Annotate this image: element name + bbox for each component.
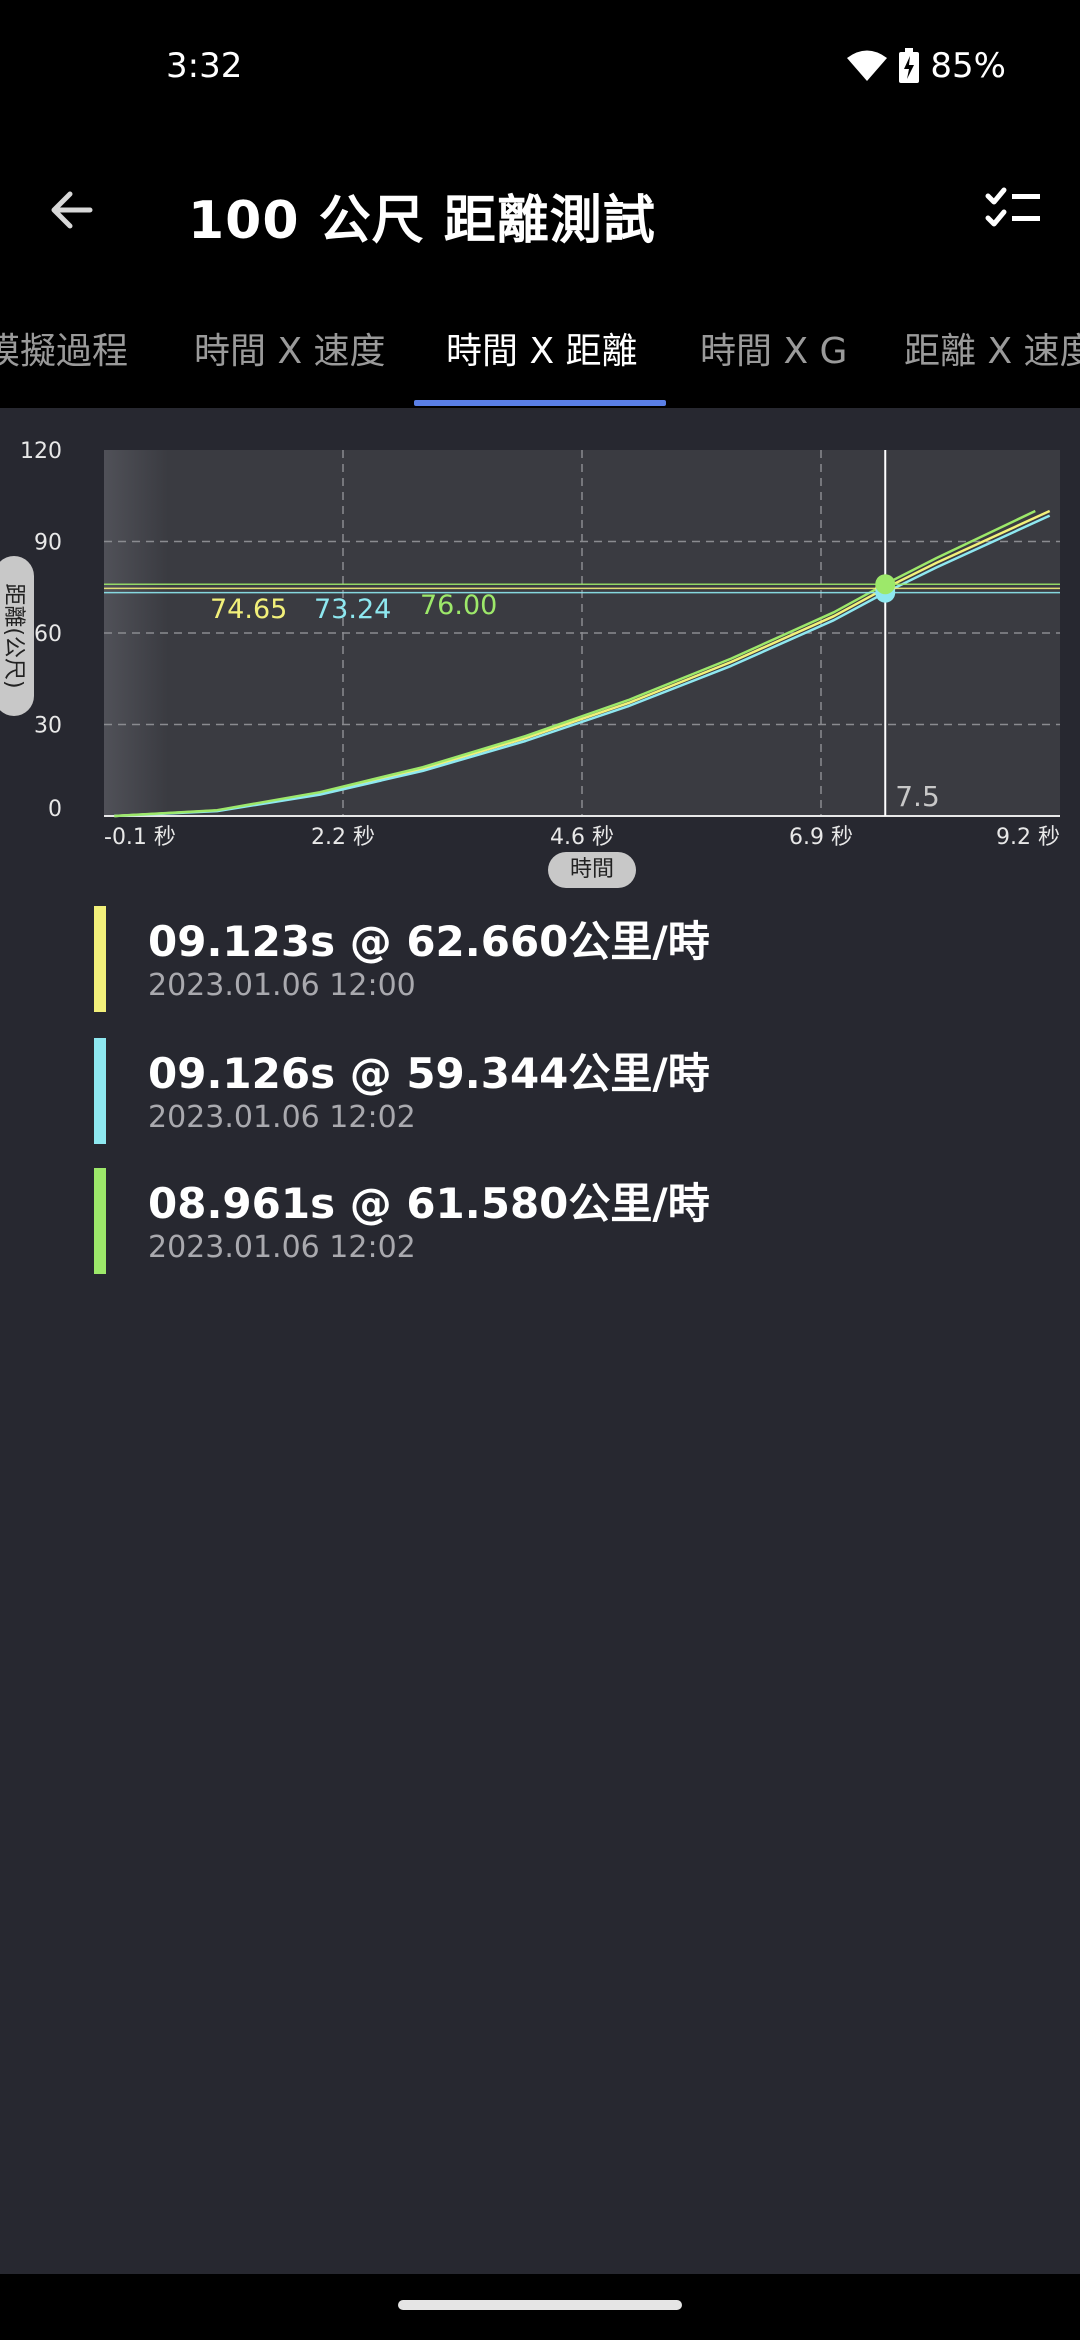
run-date: 2023.01.06 12:00 — [148, 968, 416, 1003]
y-tick-label: 60 — [34, 622, 62, 647]
y-tick-label: 120 — [20, 439, 62, 464]
battery-percent: 85% — [930, 46, 1006, 86]
status-time: 3:32 — [166, 46, 243, 86]
run-color-bar — [94, 1168, 106, 1274]
tab-simulation[interactable]: 模擬過程 — [0, 322, 128, 374]
active-tab-indicator — [414, 400, 666, 406]
page-title: 100 公尺 距離測試 — [188, 191, 656, 251]
run-color-bar — [94, 906, 106, 1012]
tab-time-speed[interactable]: 時間 X 速度 — [194, 322, 386, 374]
y-tick-label: 30 — [34, 714, 62, 739]
cursor-x-label: 7.5 — [895, 780, 940, 813]
checklist-icon[interactable] — [984, 184, 1042, 234]
run-color-bar — [94, 1038, 106, 1144]
x-tick-label: 2.2 秒 — [311, 825, 375, 850]
home-indicator[interactable] — [398, 2300, 682, 2310]
chart-svg[interactable]: 0 30 60 90 120 -0.1 秒 2.2 秒 4.6 秒 6.9 秒 9.2 秒 74.… — [0, 408, 1080, 908]
status-indicators: 85% — [846, 46, 1006, 86]
cursor-point — [875, 574, 896, 595]
tab-time-g[interactable]: 時間 X G — [700, 322, 847, 374]
tabs-bar: 模擬過程 時間 X 速度 時間 X 距離 時間 X G 距離 X 速度 — [0, 290, 1080, 408]
run-item[interactable]: 09.123s @ 62.660公里/時 2023.01.06 12:00 — [0, 900, 1080, 1012]
time-distance-chart[interactable]: 0 30 60 90 120 -0.1 秒 2.2 秒 4.6 秒 6.9 秒 9.2 秒 74.… — [0, 408, 1080, 908]
status-bar: 3:32 85% — [0, 0, 1080, 130]
y-tick-label: 0 — [48, 797, 62, 822]
run-result: 08.961s @ 61.580公里/時 — [148, 1179, 710, 1228]
tab-distance-speed[interactable]: 距離 X 速度 — [904, 322, 1080, 374]
navigation-bar — [0, 2274, 1080, 2340]
y-axis-title: 距離(公尺) — [1, 583, 26, 689]
cursor-value-label: 74.65 — [210, 594, 287, 625]
app-bar: 100 公尺 距離測試 — [0, 130, 1080, 290]
x-tick-label: -0.1 秒 — [104, 825, 176, 850]
run-item[interactable]: 09.126s @ 59.344公里/時 2023.01.06 12:02 — [0, 1032, 1080, 1144]
run-date: 2023.01.06 12:02 — [148, 1230, 416, 1265]
wifi-icon — [847, 50, 888, 81]
arrow-back-icon[interactable] — [44, 182, 100, 238]
run-result: 09.126s @ 59.344公里/時 — [148, 1049, 710, 1098]
run-result: 09.123s @ 62.660公里/時 — [148, 917, 710, 966]
x-axis-title: 時間 — [548, 852, 636, 888]
y-tick-label: 90 — [34, 531, 62, 556]
x-tick-label: 4.6 秒 — [550, 825, 614, 850]
tab-time-distance[interactable]: 時間 X 距離 — [446, 322, 638, 374]
battery-charging-icon — [899, 48, 920, 83]
x-tick-label: 6.9 秒 — [789, 825, 853, 850]
cursor-value-label: 76.00 — [420, 590, 497, 621]
run-date: 2023.01.06 12:02 — [148, 1100, 416, 1135]
x-tick-label: 9.2 秒 — [996, 825, 1060, 850]
cursor-value-label: 73.24 — [314, 594, 391, 625]
run-item[interactable]: 08.961s @ 61.580公里/時 2023.01.06 12:02 — [0, 1162, 1080, 1274]
